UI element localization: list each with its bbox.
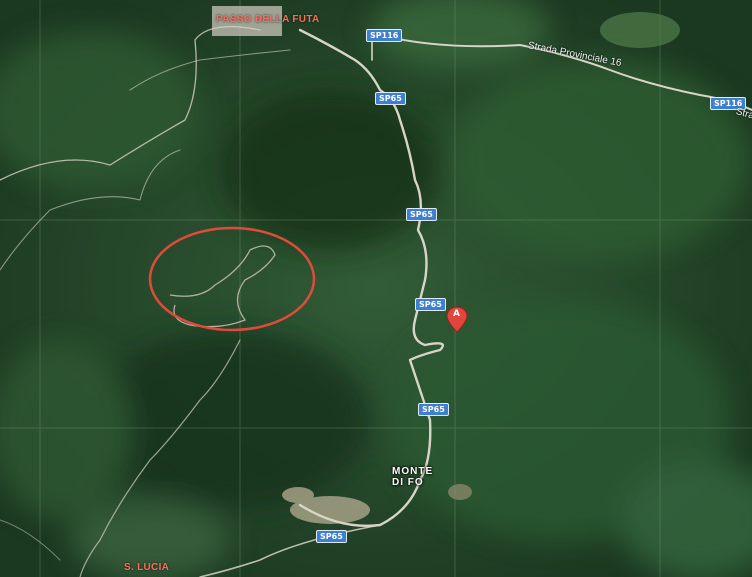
road-shield-sp65: SP65 <box>415 298 446 311</box>
satellite-imagery <box>0 0 752 577</box>
town-label-line1: MONTE <box>392 466 434 477</box>
road-shield-sp65: SP65 <box>316 530 347 543</box>
road-shield-sp116: SP116 <box>366 29 403 42</box>
satellite-map[interactable]: A PASSO DELLA FUTA S. LUCIA MONTE DI FO … <box>0 0 752 577</box>
place-label-bottom-left: S. LUCIA <box>124 562 170 573</box>
road-shield-sp65: SP65 <box>406 208 437 221</box>
town-label-line2: DI FO <box>392 477 424 488</box>
road-shield-sp65: SP65 <box>375 92 406 105</box>
marker-label: A <box>453 309 460 319</box>
road-shield-sp65: SP65 <box>418 403 449 416</box>
town-label: MONTE DI FO <box>392 466 433 488</box>
place-label-top: PASSO DELLA FUTA <box>216 14 320 25</box>
